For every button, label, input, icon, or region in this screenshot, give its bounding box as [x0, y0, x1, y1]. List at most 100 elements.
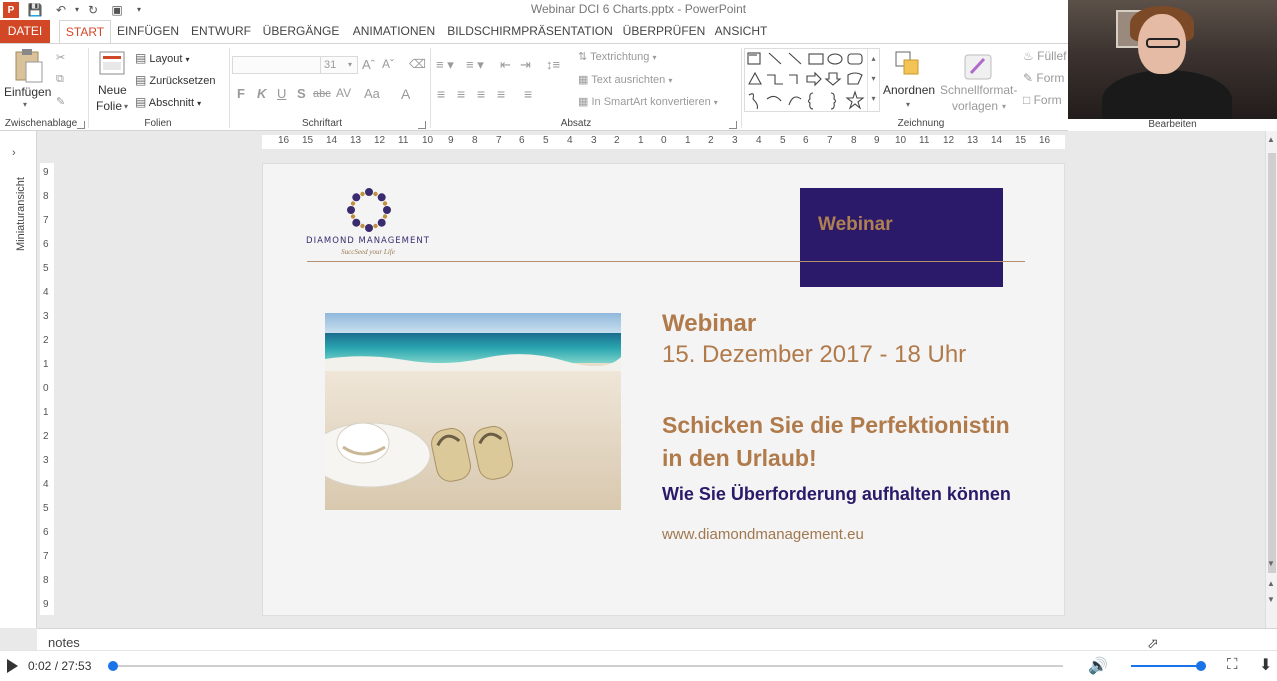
- volume-slider[interactable]: [1131, 665, 1201, 667]
- new-slide-dropdown-icon[interactable]: ▾: [124, 102, 128, 111]
- grow-font-icon[interactable]: Aˆ: [362, 57, 375, 72]
- seek-handle[interactable]: [108, 661, 118, 671]
- clipboard-launcher-icon[interactable]: [77, 121, 85, 129]
- redo-icon[interactable]: ↻: [84, 1, 102, 18]
- thumbnail-pane-label[interactable]: Miniaturansicht: [15, 177, 27, 251]
- title-box[interactable]: Webinar: [800, 188, 1003, 287]
- beach-photo[interactable]: [325, 313, 621, 510]
- scrollbar-thumb[interactable]: [1268, 153, 1276, 573]
- shape-fill-button[interactable]: ♨ Füllef: [1023, 49, 1066, 63]
- slide-url[interactable]: www.diamondmanagement.eu: [662, 526, 864, 543]
- customize-qat-icon[interactable]: ▾: [130, 1, 148, 18]
- smartart-icon: ▦: [578, 96, 589, 108]
- tab-entwurf[interactable]: ENTWURF: [186, 20, 256, 43]
- tab-einfuegen[interactable]: EINFÜGEN: [114, 20, 182, 43]
- align-left-icon[interactable]: ≡: [437, 86, 445, 102]
- volume-icon[interactable]: 🔊: [1088, 656, 1108, 676]
- cut-icon[interactable]: ✂: [56, 51, 65, 64]
- ruler-tick: 14: [326, 135, 338, 146]
- tab-ansicht[interactable]: ANSICHT: [712, 20, 770, 43]
- shapes-gallery-scroll-icon[interactable]: ▴ ▾ ▾: [867, 49, 879, 111]
- quick-styles-label-2[interactable]: vorlagen: [952, 99, 998, 113]
- underline-button[interactable]: U: [277, 86, 286, 101]
- font-size-box[interactable]: 31 ▾: [320, 56, 358, 74]
- align-right-icon[interactable]: ≡: [477, 86, 485, 102]
- slide-headline-line-1[interactable]: Schicken Sie die Perfektionistin: [662, 412, 1010, 439]
- presentation-start-icon[interactable]: ▣: [108, 1, 126, 18]
- section-button[interactable]: ▤ Abschnitt ▾: [135, 95, 201, 109]
- paste-icon[interactable]: [13, 48, 45, 86]
- seek-bar[interactable]: [111, 665, 1063, 667]
- tab-start[interactable]: START: [59, 20, 111, 43]
- columns-icon[interactable]: ≡: [524, 86, 532, 102]
- tab-animationen[interactable]: ANIMATIONEN: [346, 20, 442, 43]
- shadow-button[interactable]: S: [297, 86, 306, 101]
- align-text-button[interactable]: ▦ Text ausrichten ▾: [578, 73, 672, 86]
- slide-title[interactable]: Webinar: [662, 310, 756, 338]
- char-spacing-button[interactable]: AV: [336, 86, 351, 100]
- download-icon[interactable]: ⬇: [1259, 655, 1272, 675]
- new-slide-label-2[interactable]: Folie: [96, 99, 122, 113]
- vertical-scrollbar[interactable]: ▲ ▼ ▲ ▼: [1265, 131, 1277, 628]
- scroll-up-icon[interactable]: ▲: [1267, 135, 1275, 144]
- paste-button-label[interactable]: Einfügen: [4, 85, 51, 99]
- tab-bildschirmpraesentation[interactable]: BILDSCHIRMPRÄSENTATION: [446, 20, 614, 43]
- text-direction-dropdown-icon: ▾: [652, 53, 657, 62]
- scroll-down-icon[interactable]: ▼: [1267, 559, 1275, 568]
- tab-datei[interactable]: DATEI: [0, 20, 50, 43]
- strikethrough-button[interactable]: abc: [313, 88, 331, 100]
- shrink-font-icon[interactable]: Aˇ: [382, 57, 394, 71]
- slide-date[interactable]: 15. Dezember 2017 - 18 Uhr: [662, 341, 966, 369]
- bullets-icon[interactable]: ≡ ▾: [436, 57, 454, 73]
- font-color-button[interactable]: A: [401, 86, 410, 102]
- shape-effects-button[interactable]: □ Form: [1023, 93, 1062, 107]
- bold-button[interactable]: F: [237, 86, 245, 101]
- text-direction-button[interactable]: ⇅ Textrichtung ▾: [578, 50, 656, 63]
- increase-indent-icon[interactable]: ⇥: [520, 57, 531, 73]
- arrange-icon[interactable]: [894, 50, 924, 80]
- paragraph-launcher-icon[interactable]: [729, 121, 737, 129]
- font-launcher-icon[interactable]: [418, 121, 426, 129]
- line-spacing-icon[interactable]: ↕≡: [546, 57, 560, 72]
- section-icon: ▤: [135, 95, 147, 109]
- format-painter-icon[interactable]: ✎: [56, 95, 65, 108]
- layout-button[interactable]: ▤ Layout ▾: [135, 51, 190, 65]
- italic-button[interactable]: K: [257, 86, 266, 101]
- numbering-icon[interactable]: ≡ ▾: [466, 57, 484, 73]
- ruler-tick: 16: [278, 135, 290, 146]
- group-separator: [430, 48, 431, 128]
- ruler-tick: 8: [43, 191, 49, 202]
- quick-styles-dropdown-icon[interactable]: ▾: [1002, 102, 1006, 111]
- next-slide-icon[interactable]: ▼: [1267, 595, 1275, 604]
- copy-icon[interactable]: ⧉: [56, 73, 64, 86]
- tab-uebergaenge[interactable]: ÜBERGÄNGE: [260, 20, 342, 43]
- save-icon[interactable]: 💾: [26, 1, 44, 18]
- align-center-icon[interactable]: ≡: [457, 86, 465, 102]
- font-family-box[interactable]: [232, 56, 322, 74]
- notes-pane[interactable]: notes ⬀: [37, 628, 1277, 651]
- shapes-gallery[interactable]: ▴ ▾ ▾: [744, 48, 880, 112]
- slide-canvas[interactable]: DIAMOND MANAGEMENT SuccSeed your Life We…: [262, 163, 1065, 616]
- volume-handle[interactable]: [1196, 661, 1206, 671]
- paste-dropdown-icon[interactable]: ▾: [23, 100, 27, 109]
- new-slide-icon[interactable]: [98, 49, 126, 81]
- shape-outline-button[interactable]: ✎ Form: [1023, 71, 1064, 85]
- arrange-label[interactable]: Anordnen: [883, 83, 935, 97]
- previous-slide-icon[interactable]: ▲: [1267, 579, 1275, 588]
- arrange-dropdown-icon[interactable]: ▾: [906, 100, 910, 109]
- tab-ueberpruefen[interactable]: ÜBERPRÜFEN: [618, 20, 710, 43]
- expand-thumbnails-icon[interactable]: ›: [12, 147, 16, 159]
- play-icon[interactable]: [7, 659, 18, 673]
- smartart-button[interactable]: ▦ In SmartArt konvertieren ▾: [578, 95, 718, 108]
- justify-icon[interactable]: ≡: [497, 86, 505, 102]
- quick-styles-icon[interactable]: [962, 50, 994, 82]
- decrease-indent-icon[interactable]: ⇤: [500, 57, 511, 73]
- slide-subheadline[interactable]: Wie Sie Überforderung aufhalten können: [662, 484, 1011, 505]
- reset-button[interactable]: ▤ Zurücksetzen: [135, 73, 215, 87]
- fullscreen-icon[interactable]: ⛶: [1227, 656, 1238, 673]
- change-case-button[interactable]: Aa: [364, 86, 380, 101]
- quick-styles-label-1[interactable]: Schnellformat-: [940, 83, 1017, 97]
- slide-headline-line-2[interactable]: in den Urlaub!: [662, 445, 817, 472]
- clear-format-icon[interactable]: ⌫: [409, 57, 426, 71]
- new-slide-label-1[interactable]: Neue: [98, 83, 127, 97]
